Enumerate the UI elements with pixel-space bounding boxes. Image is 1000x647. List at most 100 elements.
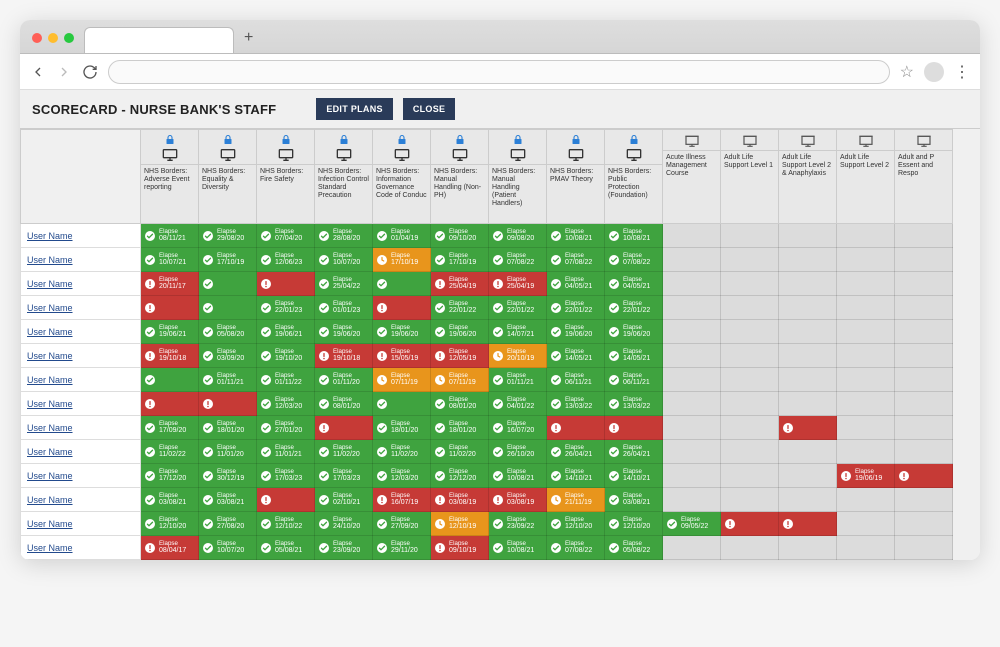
score-cell[interactable]: Elapse07/11/19	[373, 368, 431, 392]
score-cell[interactable]	[547, 416, 605, 440]
score-cell[interactable]: Elapse19/06/20	[547, 320, 605, 344]
score-cell[interactable]: Elapse07/04/20	[257, 224, 315, 248]
score-cell[interactable]: Elapse22/01/23	[257, 296, 315, 320]
score-cell[interactable]	[837, 224, 895, 248]
score-cell[interactable]: Elapse29/11/20	[373, 536, 431, 560]
score-cell[interactable]: Elapse17/03/23	[257, 464, 315, 488]
score-cell[interactable]	[721, 512, 779, 536]
score-cell[interactable]: Elapse15/05/19	[373, 344, 431, 368]
column-header[interactable]: NHS Borders: Public Protection (Foundati…	[605, 130, 663, 224]
score-cell[interactable]: Elapse08/01/20	[315, 392, 373, 416]
score-cell[interactable]	[895, 488, 953, 512]
score-cell[interactable]	[663, 272, 721, 296]
user-link[interactable]: User Name	[21, 536, 141, 560]
score-cell[interactable]: Elapse09/10/20	[431, 224, 489, 248]
forward-icon[interactable]	[56, 64, 72, 80]
score-cell[interactable]: Elapse19/06/21	[257, 320, 315, 344]
score-cell[interactable]	[721, 320, 779, 344]
score-cell[interactable]	[895, 320, 953, 344]
score-cell[interactable]	[663, 392, 721, 416]
user-link[interactable]: User Name	[21, 296, 141, 320]
score-cell[interactable]: Elapse05/08/21	[257, 536, 315, 560]
column-header[interactable]: NHS Borders: Adverse Event reporting	[141, 130, 199, 224]
score-cell[interactable]	[199, 272, 257, 296]
score-cell[interactable]: Elapse04/05/21	[547, 272, 605, 296]
score-cell[interactable]: Elapse02/10/21	[315, 488, 373, 512]
score-cell[interactable]	[663, 320, 721, 344]
user-link[interactable]: User Name	[21, 320, 141, 344]
score-cell[interactable]: Elapse17/10/19	[431, 248, 489, 272]
score-cell[interactable]	[373, 296, 431, 320]
score-cell[interactable]	[837, 512, 895, 536]
score-cell[interactable]: Elapse05/08/20	[199, 320, 257, 344]
user-link[interactable]: User Name	[21, 248, 141, 272]
score-cell[interactable]: Elapse19/10/18	[315, 344, 373, 368]
score-cell[interactable]: Elapse13/03/22	[547, 392, 605, 416]
score-cell[interactable]	[663, 440, 721, 464]
score-cell[interactable]: Elapse07/08/22	[547, 536, 605, 560]
score-cell[interactable]: Elapse10/08/21	[489, 464, 547, 488]
score-cell[interactable]	[663, 224, 721, 248]
score-cell[interactable]: Elapse24/10/20	[315, 512, 373, 536]
score-cell[interactable]: Elapse03/09/20	[199, 344, 257, 368]
score-cell[interactable]: Elapse11/02/20	[431, 440, 489, 464]
column-header[interactable]: Adult and P Essent and Respo	[895, 130, 953, 224]
score-cell[interactable]	[721, 344, 779, 368]
score-cell[interactable]: Elapse09/10/19	[431, 536, 489, 560]
score-cell[interactable]: Elapse16/07/19	[373, 488, 431, 512]
score-cell[interactable]: Elapse22/01/22	[431, 296, 489, 320]
score-cell[interactable]	[663, 368, 721, 392]
user-link[interactable]: User Name	[21, 464, 141, 488]
score-cell[interactable]	[837, 416, 895, 440]
score-cell[interactable]: Elapse05/08/22	[605, 536, 663, 560]
score-cell[interactable]: Elapse11/02/20	[373, 440, 431, 464]
score-cell[interactable]: Elapse19/06/20	[605, 320, 663, 344]
close-button[interactable]: CLOSE	[403, 98, 456, 120]
browser-menu-icon[interactable]: ⋮	[954, 62, 970, 82]
score-cell[interactable]	[721, 536, 779, 560]
score-cell[interactable]: Elapse03/08/21	[141, 488, 199, 512]
score-cell[interactable]: Elapse12/10/20	[547, 512, 605, 536]
score-cell[interactable]	[721, 464, 779, 488]
score-cell[interactable]	[837, 248, 895, 272]
score-cell[interactable]	[721, 488, 779, 512]
column-header[interactable]: NHS Borders: Manual Handling (Non-PH)	[431, 130, 489, 224]
score-cell[interactable]: Elapse08/04/17	[141, 536, 199, 560]
score-cell[interactable]: Elapse04/05/21	[605, 272, 663, 296]
score-cell[interactable]	[779, 416, 837, 440]
bookmark-icon[interactable]: ☆	[900, 62, 914, 82]
score-cell[interactable]: Elapse08/11/21	[141, 224, 199, 248]
column-header[interactable]: NHS Borders: Information Governance Code…	[373, 130, 431, 224]
score-cell[interactable]: Elapse10/07/20	[199, 536, 257, 560]
score-cell[interactable]	[779, 440, 837, 464]
column-header[interactable]: NHS Borders: Equality & Diversity	[199, 130, 257, 224]
score-cell[interactable]: Elapse06/11/21	[547, 368, 605, 392]
score-cell[interactable]	[315, 416, 373, 440]
score-cell[interactable]: Elapse16/07/20	[489, 416, 547, 440]
score-cell[interactable]	[779, 248, 837, 272]
score-cell[interactable]	[895, 368, 953, 392]
user-link[interactable]: User Name	[21, 272, 141, 296]
score-cell[interactable]: Elapse20/11/17	[141, 272, 199, 296]
score-cell[interactable]	[141, 296, 199, 320]
score-cell[interactable]	[373, 272, 431, 296]
address-bar[interactable]	[108, 60, 890, 84]
score-cell[interactable]: Elapse22/01/22	[605, 296, 663, 320]
score-cell[interactable]: Elapse09/05/22	[663, 512, 721, 536]
score-cell[interactable]	[895, 296, 953, 320]
score-cell[interactable]: Elapse19/06/20	[431, 320, 489, 344]
score-cell[interactable]	[663, 296, 721, 320]
score-cell[interactable]	[779, 296, 837, 320]
score-cell[interactable]: Elapse14/10/21	[547, 464, 605, 488]
score-cell[interactable]: Elapse12/10/20	[141, 512, 199, 536]
score-cell[interactable]: Elapse30/12/19	[199, 464, 257, 488]
score-cell[interactable]: Elapse19/10/18	[141, 344, 199, 368]
score-cell[interactable]	[373, 392, 431, 416]
score-cell[interactable]	[837, 392, 895, 416]
score-cell[interactable]: Elapse12/10/19	[431, 512, 489, 536]
score-cell[interactable]: Elapse01/11/22	[257, 368, 315, 392]
score-cell[interactable]: Elapse27/08/20	[199, 512, 257, 536]
scorecard-scroll[interactable]: NHS Borders: Adverse Event reportingNHS …	[20, 129, 980, 560]
score-cell[interactable]: Elapse01/11/20	[315, 368, 373, 392]
close-window-icon[interactable]	[32, 33, 42, 43]
